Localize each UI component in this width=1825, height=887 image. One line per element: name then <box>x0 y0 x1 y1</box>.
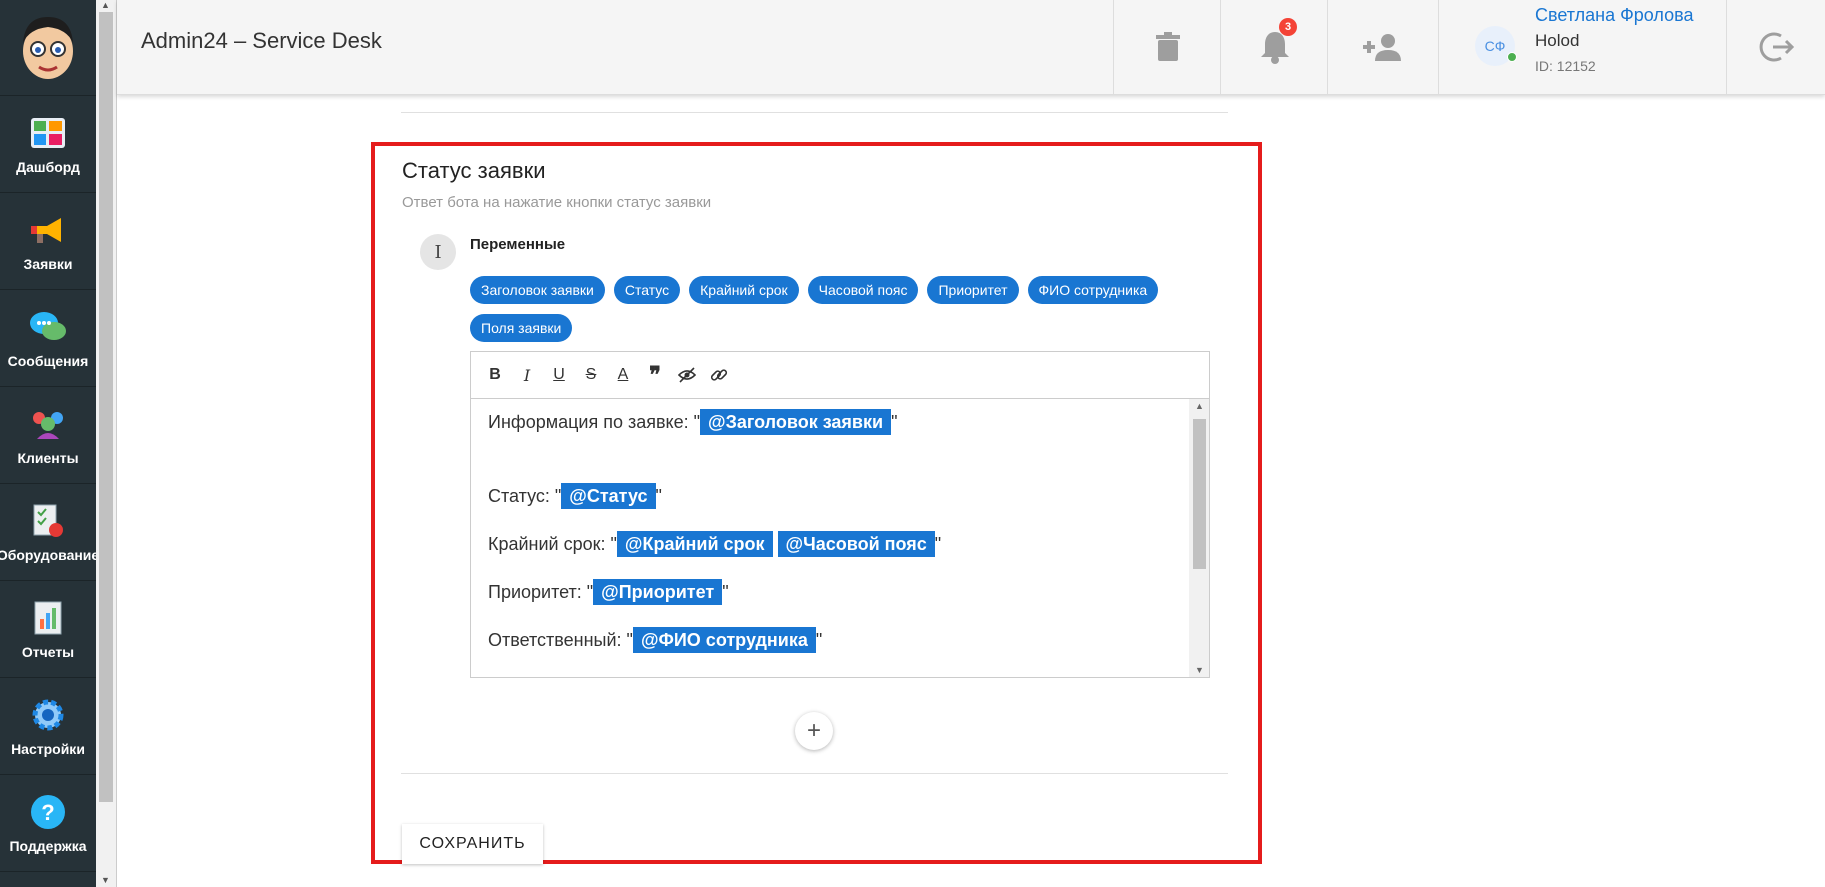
scroll-down-arrow-icon[interactable]: ▼ <box>101 875 110 885</box>
variable-tag[interactable]: @Заголовок заявки <box>700 409 892 435</box>
link-icon[interactable] <box>709 365 729 385</box>
line-text: " <box>655 486 662 506</box>
clients-icon <box>28 404 68 444</box>
variable-chips: Заголовок заявки Статус Крайний срок Час… <box>470 276 1230 342</box>
variable-chip[interactable]: Часовой пояс <box>807 276 919 304</box>
line-text: Ответственный: " <box>488 630 633 650</box>
user-name[interactable]: Светлана Фролова <box>1535 5 1693 26</box>
chat-icon <box>28 307 68 347</box>
notifications-badge: 3 <box>1279 18 1297 36</box>
sidebar-item-settings[interactable]: Настройки <box>0 678 96 775</box>
logout-icon <box>1759 32 1794 62</box>
sidebar-item-label: Поддержка <box>9 838 87 854</box>
font-color-icon[interactable]: A <box>613 365 633 385</box>
sidebar-item-label: Настройки <box>11 741 85 757</box>
variable-tag[interactable]: @ФИО сотрудника <box>632 627 816 653</box>
section-subtitle: Ответ бота на нажатие кнопки статус заяв… <box>402 194 712 211</box>
line-text: " <box>934 534 942 554</box>
sidebar-item-label: Заявки <box>23 256 73 272</box>
sidebar-item-messages[interactable]: Сообщения <box>0 290 96 387</box>
editor-line: Статус: " @Статус " <box>488 481 1172 511</box>
app-title: Admin24 – Service Desk <box>141 28 382 53</box>
editor-scrollbar[interactable]: ▲ ▼ <box>1189 399 1209 677</box>
equipment-icon <box>28 501 68 541</box>
user-panel[interactable]: СФ Светлана Фролова Holod ID: 12152 <box>1438 0 1727 94</box>
italic-icon[interactable]: I <box>517 365 537 385</box>
scroll-up-arrow-icon[interactable]: ▲ <box>101 0 110 10</box>
sidebar-item-tickets[interactable]: Заявки <box>0 193 96 290</box>
app-header: Admin24 – Service Desk 3 СФ Светлана Фро… <box>117 0 1825 95</box>
variable-chip[interactable]: Поля заявки <box>470 314 573 342</box>
sidebar-item-label: Сообщения <box>7 353 89 369</box>
user-company: Holod <box>1535 31 1580 50</box>
editor-line: Приоритет: " @Приоритет " <box>488 577 1172 607</box>
sidebar-item-equipment[interactable]: Оборудование <box>0 484 100 581</box>
megaphone-icon <box>28 210 68 250</box>
hide-icon[interactable] <box>677 365 697 385</box>
editor-line: Информация по заявке: " @Заголовок заявки… <box>488 407 1172 437</box>
scroll-up-arrow-icon[interactable]: ▲ <box>1195 401 1204 411</box>
editor-line: Ответственный: " @ФИО сотрудника " <box>488 625 1172 655</box>
variable-chip[interactable]: Крайний срок <box>689 276 799 304</box>
line-text: Статус: " <box>488 486 562 506</box>
dashboard-icon <box>28 113 68 153</box>
line-text: Крайний срок: " <box>488 534 617 554</box>
trash-icon <box>1155 32 1180 61</box>
variable-chip[interactable]: Статус <box>613 276 681 304</box>
editor-toolbar: B I U S A ❞ <box>471 352 1209 399</box>
sidebar-scrollbar[interactable]: ▲ ▼ <box>96 0 117 887</box>
editor-scroll-thumb[interactable] <box>1193 419 1206 569</box>
sidebar-scroll-thumb[interactable] <box>99 12 113 802</box>
underline-icon[interactable]: U <box>549 365 569 385</box>
text-cursor-icon: I <box>420 234 456 270</box>
sidebar-item-label: Оборудование <box>0 547 100 563</box>
add-user-button[interactable] <box>1327 0 1435 94</box>
variables-label: Переменные <box>470 236 566 253</box>
variable-chip[interactable]: ФИО сотрудника <box>1027 276 1159 304</box>
sidebar-item-reports[interactable]: Отчеты <box>0 581 96 678</box>
online-status-dot <box>1507 52 1517 62</box>
variable-tag[interactable]: @Крайний срок <box>616 531 773 557</box>
add-block-button[interactable]: + <box>795 712 833 750</box>
editor-content[interactable]: Информация по заявке: " @Заголовок заявки… <box>471 399 1189 677</box>
strikethrough-icon[interactable]: S <box>581 365 601 385</box>
variable-chip[interactable]: Приоритет <box>927 276 1019 304</box>
sidebar-item-label: Клиенты <box>17 450 79 466</box>
add-user-icon <box>1362 34 1401 61</box>
notifications-button[interactable]: 3 <box>1220 0 1328 94</box>
rich-text-editor[interactable]: B I U S A ❞ Информация по заявке: " @Заго… <box>470 351 1210 678</box>
sidebar-item-label: Отчеты <box>21 644 75 660</box>
line-text: " <box>815 630 823 650</box>
sidebar-item-label: Дашборд <box>16 159 80 175</box>
line-text: Приоритет: " <box>488 582 594 602</box>
bold-icon[interactable]: B <box>485 365 505 385</box>
sidebar: Дашборд Заявки Сообщения Клиенты Оборудо… <box>0 0 100 887</box>
sidebar-item-support[interactable]: ? Поддержка <box>0 775 96 872</box>
logo-avatar[interactable] <box>0 0 96 96</box>
sidebar-item-dashboard[interactable]: Дашборд <box>0 96 96 193</box>
user-id: ID: 12152 <box>1535 58 1596 74</box>
divider <box>401 112 1228 113</box>
section-title: Статус заявки <box>402 158 546 183</box>
variable-tag[interactable]: @Статус <box>561 483 656 509</box>
reports-icon <box>28 598 68 638</box>
line-text: Информация по заявке: " <box>488 412 701 432</box>
quote-icon[interactable]: ❞ <box>645 362 665 387</box>
save-button[interactable]: СОХРАНИТЬ <box>402 824 543 864</box>
scroll-down-arrow-icon[interactable]: ▼ <box>1195 665 1204 675</box>
line-text: " <box>722 582 729 602</box>
sidebar-item-clients[interactable]: Клиенты <box>0 387 96 484</box>
gear-icon <box>28 695 68 735</box>
variable-chip[interactable]: Заголовок заявки <box>470 276 605 304</box>
variable-tag[interactable]: @Приоритет <box>593 579 723 605</box>
editor-line: Крайний срок: " @Крайний срок @Часовой по… <box>488 529 1172 559</box>
logout-button[interactable] <box>1726 0 1825 94</box>
divider <box>401 773 1228 774</box>
help-icon: ? <box>28 792 68 832</box>
line-text: " <box>891 412 898 432</box>
svg-text:?: ? <box>41 800 54 825</box>
variable-tag[interactable]: @Часовой пояс <box>777 531 935 557</box>
trash-button[interactable] <box>1113 0 1221 94</box>
